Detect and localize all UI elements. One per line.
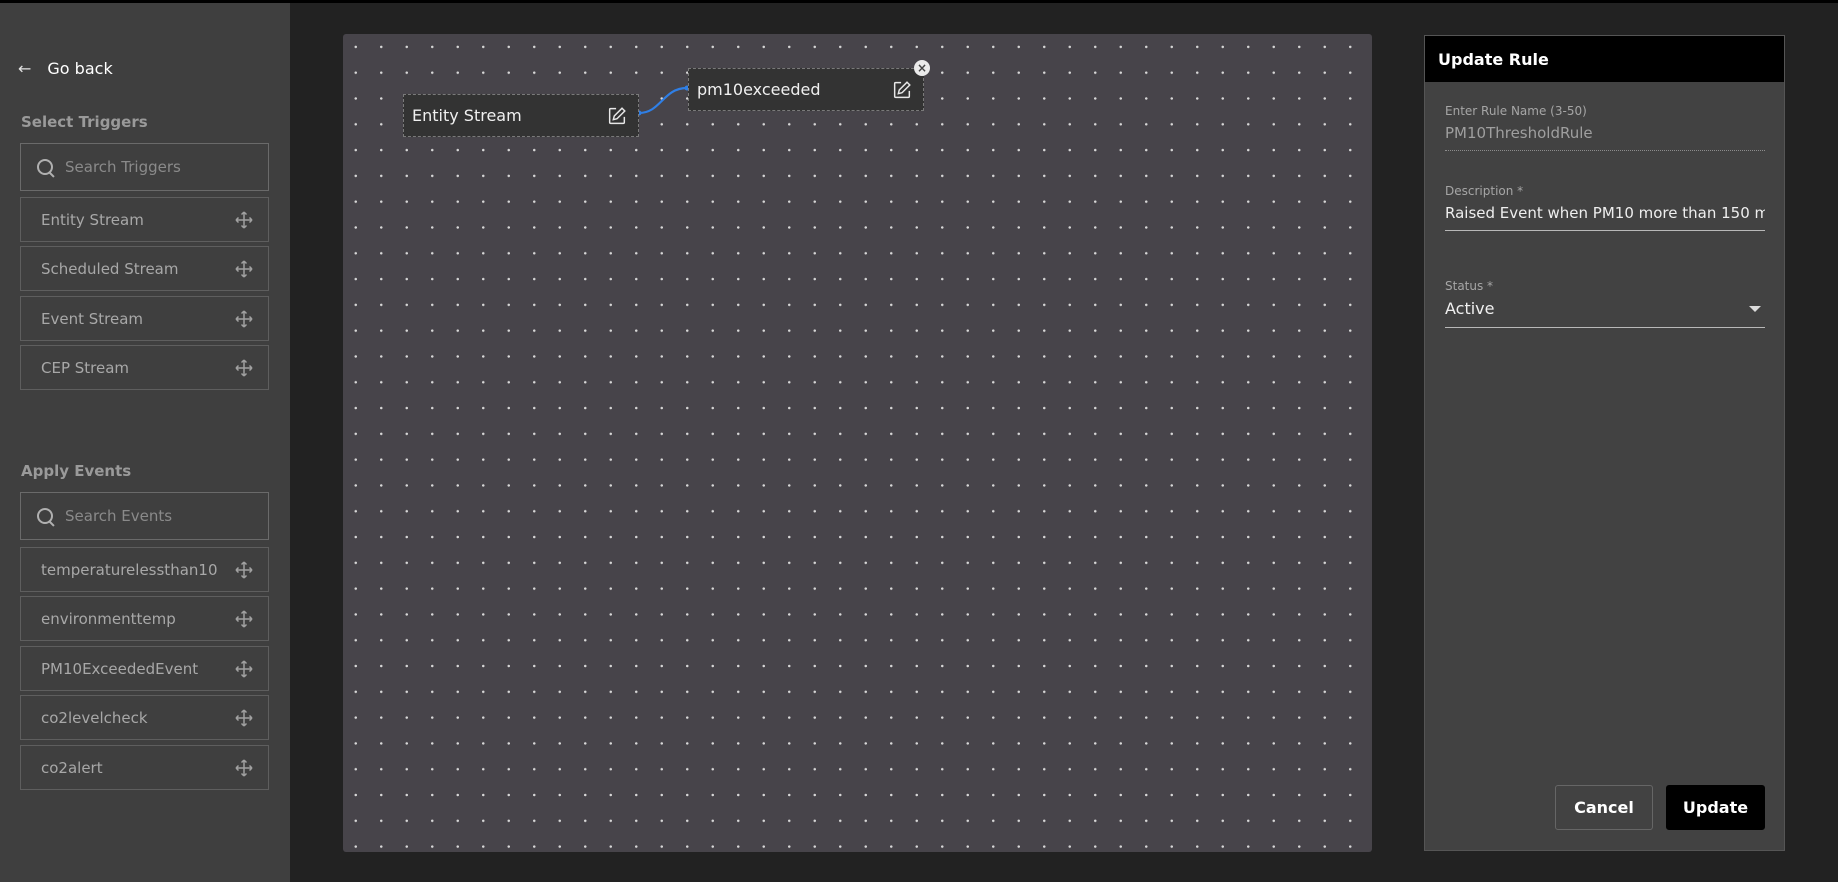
- rule-name-label: Enter Rule Name (3-50): [1445, 104, 1587, 118]
- event-item-temperaturelessthan10[interactable]: temperaturelessthan10: [20, 547, 269, 592]
- events-section-title: Apply Events: [21, 462, 132, 480]
- move-icon[interactable]: [234, 210, 254, 230]
- node-connector: [636, 85, 690, 116]
- trigger-item-event-stream[interactable]: Event Stream: [20, 296, 269, 341]
- remove-node-close-icon[interactable]: ×: [914, 60, 930, 76]
- event-item-co2alert[interactable]: co2alert: [20, 745, 269, 790]
- move-icon[interactable]: [234, 708, 254, 728]
- sidebar: ← Go back Select Triggers Entity Stream …: [0, 3, 290, 882]
- node-label: pm10exceeded: [697, 80, 821, 99]
- description-input[interactable]: [1445, 198, 1765, 231]
- move-icon[interactable]: [234, 259, 254, 279]
- event-item-label: temperaturelessthan10: [41, 560, 218, 579]
- node-pm10exceeded[interactable]: pm10exceeded: [688, 68, 924, 111]
- cancel-button[interactable]: Cancel: [1555, 785, 1653, 830]
- status-select[interactable]: Active: [1445, 293, 1765, 328]
- search-events-input[interactable]: [63, 506, 253, 526]
- arrow-left-icon: ←: [18, 58, 32, 78]
- search-events-box[interactable]: [20, 492, 269, 540]
- update-rule-panel: Update Rule Enter Rule Name (3-50) Descr…: [1424, 35, 1785, 851]
- rule-name-input[interactable]: [1445, 118, 1765, 151]
- edit-icon[interactable]: [891, 79, 913, 101]
- trigger-item-label: Event Stream: [41, 309, 144, 328]
- go-back-link[interactable]: ← Go back: [18, 55, 113, 81]
- rule-name-field: Enter Rule Name (3-50): [1445, 104, 1765, 151]
- trigger-item-entity-stream[interactable]: Entity Stream: [20, 197, 269, 242]
- event-item-label: co2alert: [41, 758, 103, 777]
- triggers-section-title: Select Triggers: [21, 113, 148, 131]
- rule-canvas[interactable]: Entity Stream pm10exceeded ×: [343, 34, 1372, 852]
- status-label: Status *: [1445, 279, 1494, 293]
- event-item-label: co2levelcheck: [41, 708, 148, 727]
- event-item-pm10exceededevent[interactable]: PM10ExceededEvent: [20, 646, 269, 691]
- caret-down-icon: [1749, 305, 1761, 312]
- search-icon: [35, 157, 55, 177]
- event-item-label: PM10ExceededEvent: [41, 659, 199, 678]
- panel-title: Update Rule: [1425, 36, 1784, 82]
- description-field: Description *: [1445, 184, 1765, 231]
- move-icon[interactable]: [234, 609, 254, 629]
- update-button[interactable]: Update: [1666, 785, 1765, 830]
- trigger-item-cep-stream[interactable]: CEP Stream: [20, 345, 269, 390]
- status-value: Active: [1445, 299, 1495, 318]
- move-icon[interactable]: [234, 358, 254, 378]
- event-item-environmenttemp[interactable]: environmenttemp: [20, 596, 269, 641]
- node-label: Entity Stream: [412, 106, 522, 125]
- search-icon: [35, 506, 55, 526]
- status-field: Status * Active: [1445, 279, 1765, 328]
- event-item-co2levelcheck[interactable]: co2levelcheck: [20, 695, 269, 740]
- trigger-item-scheduled-stream[interactable]: Scheduled Stream: [20, 246, 269, 291]
- search-triggers-input[interactable]: [63, 157, 253, 177]
- move-icon[interactable]: [234, 659, 254, 679]
- go-back-label: Go back: [47, 58, 113, 78]
- move-icon[interactable]: [234, 560, 254, 580]
- move-icon[interactable]: [234, 758, 254, 778]
- move-icon[interactable]: [234, 309, 254, 329]
- description-label: Description *: [1445, 184, 1524, 198]
- trigger-item-label: Scheduled Stream: [41, 259, 179, 278]
- trigger-item-label: Entity Stream: [41, 210, 144, 229]
- event-item-label: environmenttemp: [41, 609, 176, 628]
- trigger-item-label: CEP Stream: [41, 358, 130, 377]
- search-triggers-box[interactable]: [20, 143, 269, 191]
- edit-icon[interactable]: [606, 105, 628, 127]
- node-entity-stream[interactable]: Entity Stream: [403, 94, 639, 137]
